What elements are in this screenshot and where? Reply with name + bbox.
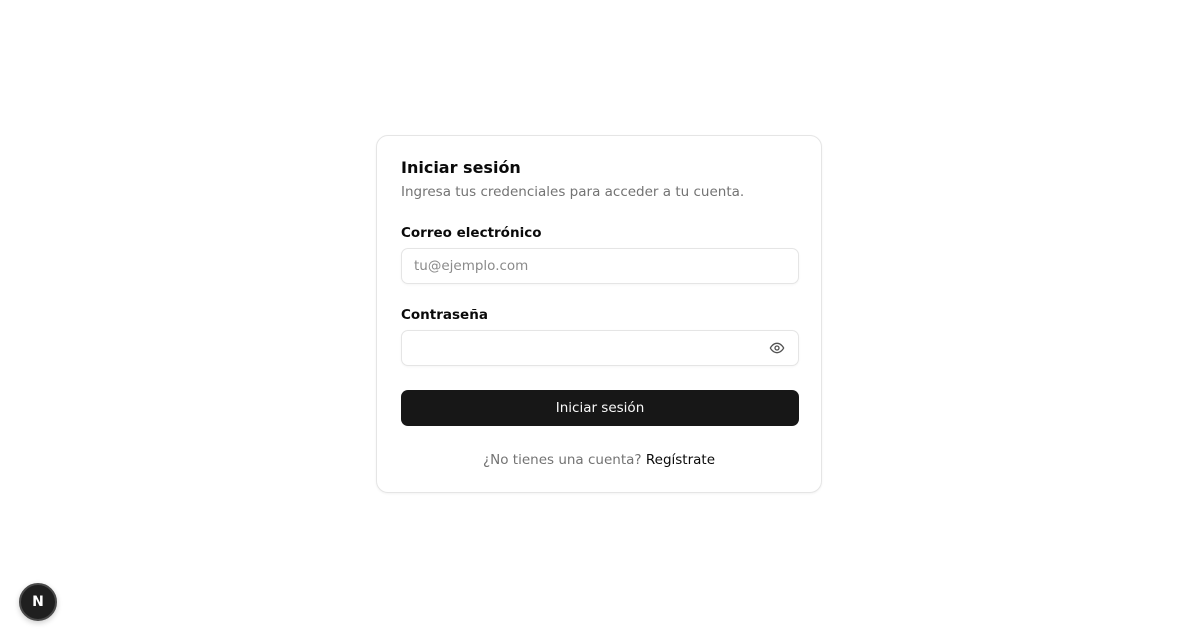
eye-icon[interactable] [769,340,785,356]
signup-link[interactable]: Regístrate [646,452,715,468]
signup-prompt-text: ¿No tienes una cuenta? [482,452,646,468]
login-card: Iniciar sesión Ingresa tus credenciales … [376,135,822,493]
card-title: Iniciar sesión [401,158,521,177]
email-label: Correo electrónico [401,225,542,241]
password-input[interactable] [401,330,799,366]
email-input[interactable] [401,248,799,284]
login-button[interactable]: Iniciar sesión [401,390,799,426]
card-description: Ingresa tus credenciales para acceder a … [401,184,745,200]
nextjs-logo-icon: N [32,594,44,610]
nextjs-dev-badge[interactable]: N [19,583,57,621]
signup-prompt: ¿No tienes una cuenta? Regístrate [377,451,821,469]
password-label: Contraseña [401,307,488,323]
page: Iniciar sesión Ingresa tus credenciales … [0,0,1200,630]
